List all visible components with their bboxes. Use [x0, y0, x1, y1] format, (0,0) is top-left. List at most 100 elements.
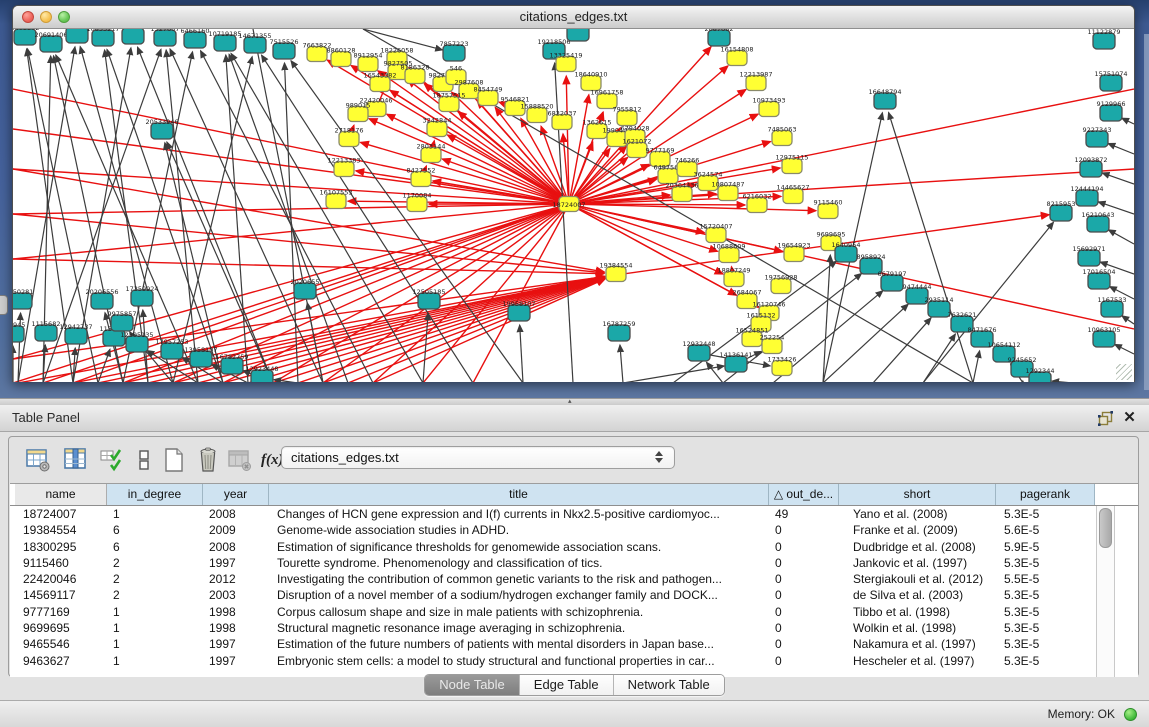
new-table-icon[interactable] — [161, 447, 187, 473]
table-cell: 2012 — [203, 571, 269, 587]
resize-grip-icon[interactable] — [1116, 364, 1132, 380]
network-canvas[interactable]: 2405572206914061557520108532171085325715… — [13, 29, 1134, 382]
table-row[interactable]: 977716911998Corpus callosum shape and si… — [15, 604, 1138, 620]
pane-splitter[interactable]: ▴ — [0, 398, 1149, 405]
graph-edge — [823, 304, 908, 382]
rows-icon[interactable] — [131, 447, 157, 473]
table-cell: 5.5E-5 — [996, 571, 1095, 587]
table-row[interactable]: 946554611997Estimation of the future num… — [15, 636, 1138, 652]
graph-node-label: 12505185 — [412, 288, 445, 296]
column-header-title[interactable]: title — [269, 484, 769, 505]
graph-node-label: 8471676 — [968, 326, 997, 334]
graph-node-label: 850281 — [13, 288, 33, 296]
panel-collapse-handle[interactable] — [0, 295, 8, 315]
scrollbar-thumb[interactable] — [1099, 508, 1112, 548]
graph-node-label: 10688609 — [712, 243, 745, 251]
graph-node-label: 7515526 — [270, 38, 299, 46]
splitter-collapse-icon[interactable]: ▴ — [568, 398, 572, 405]
column-visibility-icon[interactable] — [63, 447, 89, 473]
close-window-button[interactable] — [22, 11, 34, 23]
table-cell: 19384554 — [15, 522, 107, 538]
graph-node-label: 9474444 — [903, 283, 932, 291]
graph-node-label: 2020655 — [291, 278, 320, 286]
graph-node-label: 12093872 — [1074, 156, 1107, 164]
graph-node-label: 19218506 — [537, 38, 570, 46]
column-header-year[interactable]: year — [203, 484, 269, 505]
table-row[interactable]: 1938455462009Genome-wide association stu… — [15, 522, 1138, 538]
graph-node-label: 16154808 — [720, 46, 753, 54]
graph-node-label: 9777169 — [646, 147, 675, 155]
table-row[interactable]: 946362711997Embryonic stem cells: a mode… — [15, 653, 1138, 669]
column-header-short[interactable]: short — [839, 484, 996, 505]
select-columns-icon[interactable] — [99, 447, 125, 473]
graph-node-label: 9115460 — [814, 199, 843, 207]
graph-node-label: 12942737 — [59, 323, 92, 331]
tab-network-table[interactable]: Network Table — [614, 675, 724, 695]
network-table-select[interactable]: citations_edges.txt — [281, 446, 675, 469]
graph-edge — [520, 325, 523, 382]
table-row[interactable]: 2242004622012Investigating the contribut… — [15, 571, 1138, 587]
memory-status-label: Memory: OK — [1048, 701, 1115, 727]
zoom-window-button[interactable] — [58, 11, 70, 23]
column-header-out_de[interactable]: △ out_de... — [769, 484, 839, 505]
table-cell: 6 — [107, 522, 203, 538]
table-row[interactable]: 911546021997Tourette syndrome. Phenomeno… — [15, 555, 1138, 571]
column-header-pagerank[interactable]: pagerank — [996, 484, 1095, 505]
table-cell: 5.3E-5 — [996, 555, 1095, 571]
minimize-window-button[interactable] — [40, 11, 52, 23]
tab-node-table[interactable]: Node Table — [425, 675, 520, 695]
table-cell: 0 — [769, 653, 839, 669]
graph-node-label: 6466160 — [181, 29, 210, 35]
graph-node-label: 15751074 — [1094, 70, 1127, 78]
table-cell: 0 — [769, 604, 839, 620]
table-cell: 1998 — [203, 604, 269, 620]
graph-node[interactable] — [122, 29, 144, 44]
citation-network-graph: 2405572206914061557520108532171085325715… — [13, 29, 1134, 382]
close-panel-icon[interactable]: ✕ — [1122, 410, 1137, 426]
graph-node-label: 2087682 — [705, 29, 734, 33]
table-cell: Corpus callosum shape and size in male p… — [269, 604, 769, 620]
table-row[interactable]: 1830029562008Estimation of significance … — [15, 539, 1138, 555]
table-cell: 1 — [107, 653, 203, 669]
graph-node-label: 11122879 — [1087, 29, 1120, 36]
new-column-icon[interactable] — [25, 447, 51, 473]
column-header-in_degree[interactable]: in_degree — [107, 484, 203, 505]
table-cell: 18724007 — [15, 506, 107, 522]
table-row[interactable]: 969969511998Structural magnetic resonanc… — [15, 620, 1138, 636]
network-window-titlebar[interactable]: citations_edges.txt — [13, 6, 1134, 29]
graph-node[interactable] — [567, 29, 589, 41]
graph-node-label: 6822037 — [548, 110, 577, 118]
graph-edge — [298, 278, 605, 382]
delete-column-icon[interactable] — [195, 447, 221, 473]
delete-table-icon[interactable] — [227, 447, 253, 473]
graph-node-label: 19654923 — [777, 242, 810, 250]
network-window[interactable]: citations_edges.txt 24055722069140615575… — [12, 5, 1135, 382]
graph-node-label: 10654112 — [987, 341, 1020, 349]
graph-node-label: 13325419 — [549, 52, 582, 60]
tab-edge-table[interactable]: Edge Table — [520, 675, 614, 695]
table-cell: 1997 — [203, 555, 269, 571]
graph-node-label: 12213383 — [327, 157, 360, 165]
float-window-icon[interactable] — [1098, 411, 1113, 426]
table-cell: Wolkin et al. (1998) — [839, 620, 996, 636]
table-cell: 5.3E-5 — [996, 653, 1095, 669]
vertical-scrollbar[interactable] — [1096, 506, 1115, 677]
graph-node-label: 19756928 — [764, 274, 797, 282]
table-cell: 1 — [107, 604, 203, 620]
graph-node[interactable] — [66, 29, 88, 43]
column-header-name[interactable]: name — [15, 484, 107, 505]
graph-node-label: 546 — [450, 65, 462, 73]
graph-edge — [13, 259, 604, 274]
table-cell: 2003 — [203, 587, 269, 603]
table-row[interactable]: 1456911722003Disruption of a novel membe… — [15, 587, 1138, 603]
table-cell: 2 — [107, 555, 203, 571]
table-row[interactable]: 1872400712008Changes of HCN gene express… — [15, 506, 1138, 522]
network-view-background: citations_edges.txt 24055722069140615575… — [0, 0, 1149, 398]
table-cell: 5.3E-5 — [996, 587, 1095, 603]
graph-node-label: 3624574 — [694, 171, 723, 179]
table-cell: 2009 — [203, 522, 269, 538]
graph-edge — [1115, 344, 1134, 354]
graph-node-label: 12932448 — [682, 340, 715, 348]
application-window: citations_edges.txt 24055722069140615575… — [0, 0, 1149, 727]
table-cell: Estimation of significance thresholds fo… — [269, 539, 769, 555]
